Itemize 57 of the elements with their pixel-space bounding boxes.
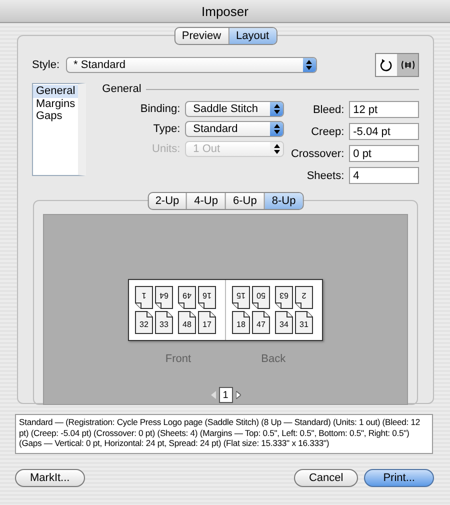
next-icon[interactable]: [236, 391, 240, 399]
input-field[interactable]: 12 pt: [349, 101, 420, 118]
page-thumbnail: 32: [135, 311, 153, 334]
stepper-arrows-icon: [270, 102, 284, 116]
field-label: Bleed:: [312, 104, 344, 116]
dialog-button[interactable]: Print...: [364, 469, 434, 487]
rotate-icon: [380, 58, 393, 72]
dialog-button[interactable]: MarkIt...: [15, 469, 85, 487]
popup-menu[interactable]: Standard: [185, 121, 284, 137]
page-thumbnail: 49: [178, 286, 196, 309]
page-thumbnail: 18: [232, 311, 250, 334]
view-button[interactable]: [397, 54, 418, 76]
category-item[interactable]: Margins: [33, 98, 78, 110]
pages-per-sheet-tab[interactable]: 4-Up: [186, 193, 225, 209]
style-label: Style:: [32, 59, 60, 71]
field-label: Sheets:: [306, 170, 344, 182]
view-button[interactable]: [376, 54, 397, 76]
description-text: Standard — (Registration: Cycle Press Logo page (Saddle Stitch) (8 Up — Standard) (Units: 1 out) (Bleed: 12 pt) (Creep: -5.04 pt) (Crossover: 0 pt) (Sheets: 4) (Margins — Top: 0.5", Left: 0.5", Bottom: 0.5", Right: 0.5") (Gaps — Vertical: 0 pt, Horizontal: 24 pt, Spread: 24 pt) (Flat size: 15.333" x 16.333"): [15, 414, 433, 454]
pages-per-sheet-tab[interactable]: 2-Up: [148, 193, 186, 209]
page-thumbnail: 31: [295, 311, 313, 334]
page-thumbnail: 2: [295, 286, 313, 309]
side-label: Back: [261, 353, 286, 365]
page-number: 1: [218, 387, 232, 403]
page-thumbnail: 33: [155, 311, 173, 334]
page-thumbnail: 47: [252, 311, 270, 334]
pages-per-sheet-tab[interactable]: 8-Up: [264, 193, 303, 209]
stepper-arrows-icon: [270, 122, 284, 136]
style-popup[interactable]: * Standard: [66, 57, 317, 73]
input-field[interactable]: 0 pt: [349, 145, 420, 162]
input-field[interactable]: 4: [349, 167, 420, 184]
section-title: General: [102, 83, 142, 95]
page-thumbnail: 63: [275, 286, 293, 309]
input-field[interactable]: -5.04 pt: [349, 123, 420, 140]
category-item[interactable]: Gaps: [33, 110, 78, 122]
popup-menu[interactable]: Saddle Stitch: [185, 101, 284, 117]
page-thumbnail: 34: [275, 311, 293, 334]
side-label: Front: [165, 353, 192, 365]
field-label: Binding:: [139, 103, 180, 115]
page-thumbnail: 15: [232, 286, 250, 309]
tab[interactable]: Layout: [228, 28, 276, 44]
grid-icon: [400, 60, 414, 70]
field-label: Units:: [151, 143, 180, 155]
field-label: Type:: [152, 123, 180, 135]
page-thumbnail: 48: [178, 311, 196, 334]
dialog-button[interactable]: Cancel: [294, 469, 358, 487]
field-label: Crossover:: [290, 148, 344, 160]
page-thumbnail: 1: [135, 286, 153, 309]
page-thumbnail: 64: [155, 286, 173, 309]
category-item[interactable]: General: [33, 85, 78, 98]
stepper-arrows-icon: [302, 58, 316, 72]
page-thumbnail: 50: [252, 286, 270, 309]
window-title: Imposer: [0, 0, 450, 23]
tab[interactable]: Preview: [174, 28, 228, 44]
field-label: Creep:: [310, 126, 344, 138]
page-thumbnail: 16: [198, 286, 216, 309]
page-thumbnail: 17: [198, 311, 216, 334]
stepper-arrows-icon: [270, 142, 284, 156]
